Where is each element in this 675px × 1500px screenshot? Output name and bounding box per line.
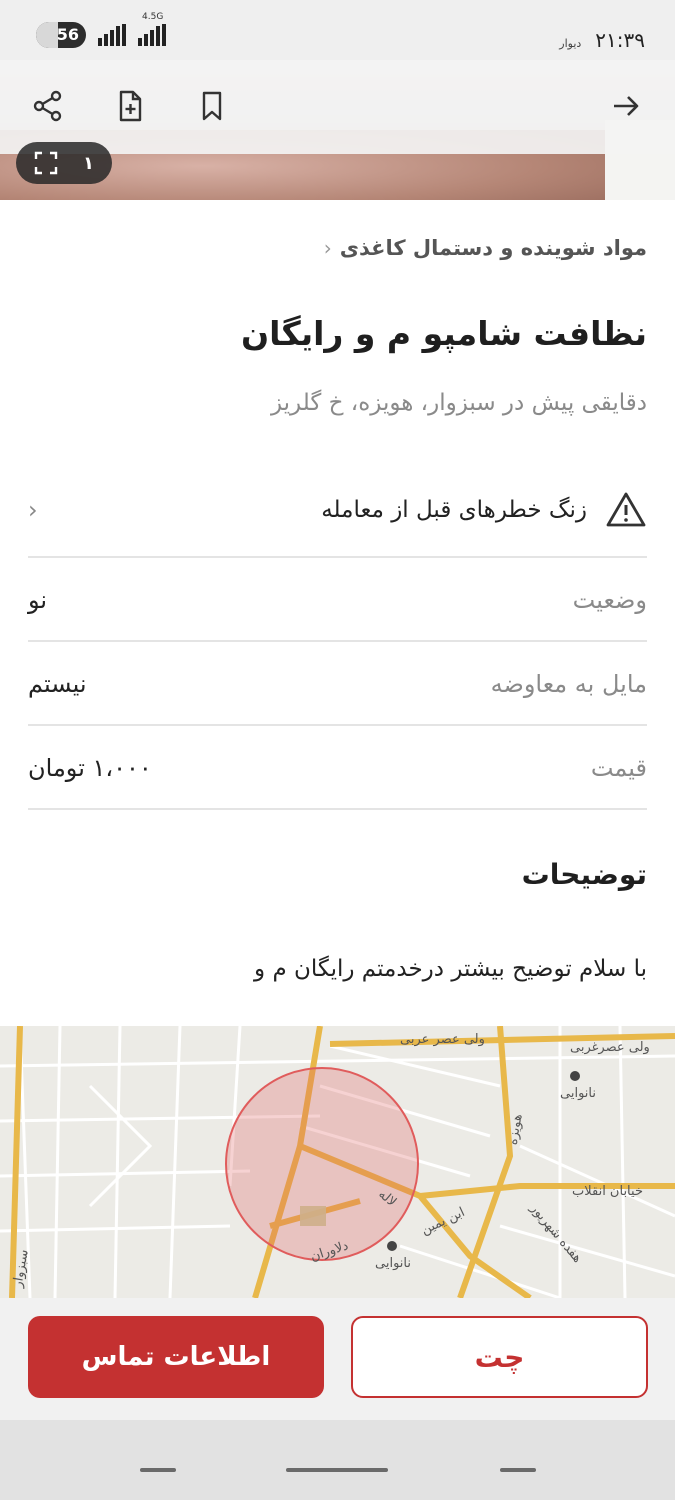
map-label: ولی عصر عربی (400, 1032, 485, 1047)
signal-icon (98, 24, 126, 46)
detail-row-price: قیمت ۱،۰۰۰ تومان (28, 726, 647, 810)
fullscreen-icon (34, 151, 58, 175)
detail-value: نو (28, 586, 48, 614)
map-label: خیابان انقلاب (572, 1184, 643, 1199)
listing-subtitle: دقایقی پیش در سبزوار، هویزه، خ گلریز (270, 390, 647, 416)
chevron-left-icon: ‹ (28, 496, 38, 524)
back-arrow-icon[interactable] (604, 84, 648, 128)
battery-icon: 56 (36, 22, 86, 48)
status-bar: 56 4.5G دیوار ۲۱:۳۹ (0, 0, 675, 60)
chevron-left-icon: ‹ (323, 236, 332, 260)
detail-row-condition: وضعیت نو (28, 558, 647, 642)
description-text: با سلام توضیح بیشتر درخدمتم رایگان م و (254, 956, 647, 982)
top-toolbar (0, 60, 675, 154)
status-app-name: دیوار (559, 37, 582, 50)
page-title: نظافت شامپو م و رایگان (240, 314, 647, 353)
map-label: نانوایی (375, 1256, 411, 1271)
action-bar: اطلاعات تماس چت (0, 1298, 675, 1420)
divider (28, 808, 647, 810)
map-label: نانوایی (560, 1086, 596, 1101)
chat-button[interactable]: چت (351, 1316, 648, 1398)
location-map[interactable]: ولی عصر عربی ولی عصرغربی نانوایی نانوایی… (0, 1026, 675, 1298)
share-icon[interactable] (26, 84, 70, 128)
battery-level: 56 (56, 25, 79, 44)
detail-value: نیستم (28, 670, 87, 698)
add-note-icon[interactable] (108, 84, 152, 128)
warning-icon (606, 492, 646, 527)
gallery-count: ۱ (83, 152, 94, 174)
contact-info-button[interactable]: اطلاعات تماس (28, 1316, 324, 1398)
safety-warning-label: زنگ خطرهای قبل از معامله (321, 497, 587, 523)
bookmark-icon[interactable] (190, 84, 234, 128)
detail-key: وضعیت (572, 586, 647, 614)
network-label: 4.5G (142, 12, 164, 22)
detail-row-exchange: مایل به معاوضه نیستم (28, 642, 647, 726)
status-indicators: 56 4.5G (36, 12, 166, 48)
nav-menu-button[interactable] (140, 1468, 176, 1472)
detail-key: مایل به معاوضه (490, 670, 647, 698)
safety-warning-row[interactable]: زنگ خطرهای قبل از معامله ‹ (28, 482, 647, 538)
detail-value: ۱،۰۰۰ تومان (28, 754, 152, 782)
nav-home-button[interactable] (286, 1468, 388, 1472)
detail-key: قیمت (590, 754, 647, 782)
system-nav-bar (0, 1420, 675, 1500)
map-label: ولی عصرغربی (570, 1040, 650, 1055)
gallery-counter[interactable]: ۱ (16, 142, 112, 184)
description-title: توضیحات (521, 858, 647, 891)
status-time: ۲۱:۳۹ (595, 28, 645, 52)
breadcrumb[interactable]: ‹ مواد شوینده و دستمال کاغذی (28, 230, 647, 266)
nav-back-button[interactable] (500, 1468, 536, 1472)
breadcrumb-category[interactable]: مواد شوینده و دستمال کاغذی (340, 236, 647, 260)
signal-icon-2: 4.5G (138, 12, 166, 46)
